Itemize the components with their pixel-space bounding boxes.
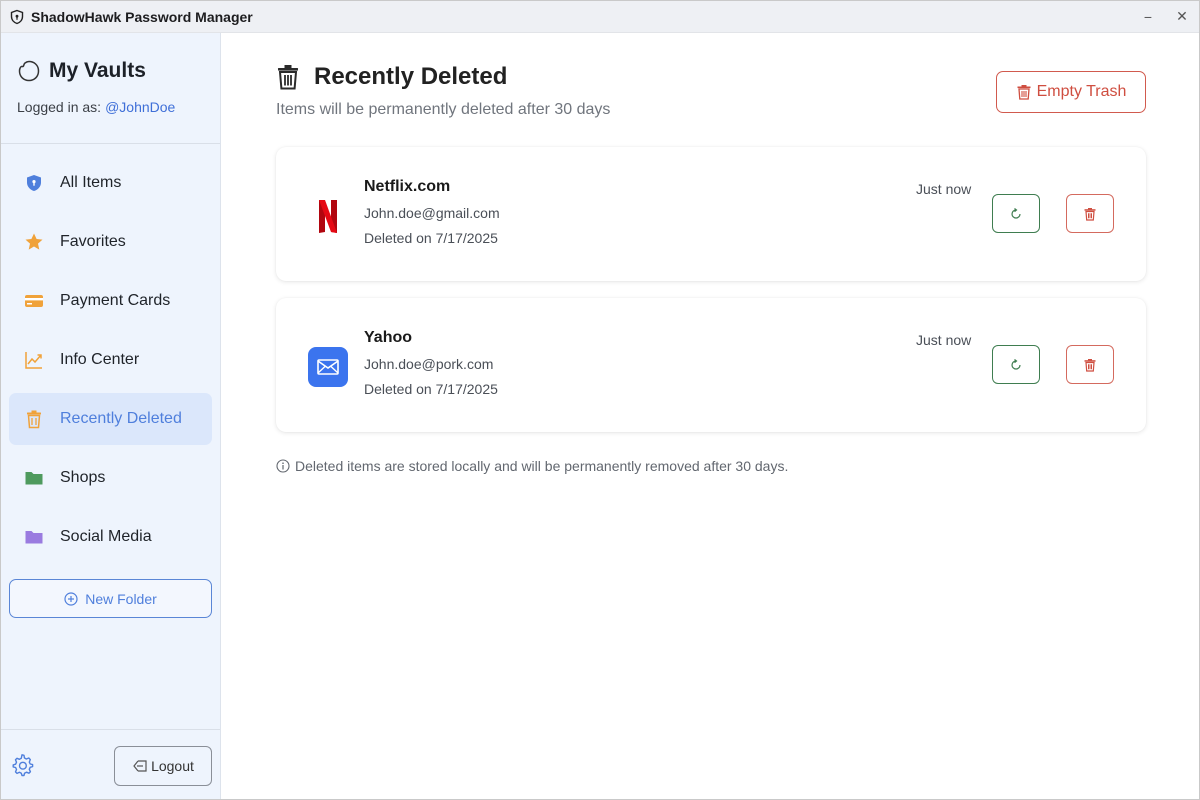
- trash-icon: [1016, 84, 1032, 100]
- credit-card-icon: [24, 291, 44, 311]
- deleted-item-card: Yahoo John.doe@pork.com Deleted on 7/17/…: [276, 298, 1146, 432]
- logout-icon: [132, 758, 148, 774]
- sidebar-item-label: All Items: [60, 174, 122, 191]
- app-window: ShadowHawk Password Manager − ✕ My Vault…: [0, 0, 1200, 800]
- logout-button[interactable]: Logout: [114, 746, 212, 786]
- star-icon: [24, 232, 44, 252]
- close-button[interactable]: ✕: [1165, 1, 1199, 33]
- minimize-button[interactable]: −: [1131, 1, 1165, 33]
- item-site-name: Netflix.com: [364, 178, 451, 195]
- window-title: ShadowHawk Password Manager: [31, 8, 253, 25]
- item-email: John.doe@gmail.com: [364, 205, 500, 221]
- sidebar-item-label: Payment Cards: [60, 292, 171, 309]
- vault-title: My Vaults: [49, 59, 146, 82]
- restore-icon: [1009, 358, 1023, 372]
- item-deleted-when: Just now: [916, 332, 972, 348]
- sidebar-item-label: Favorites: [60, 233, 126, 250]
- item-deleted-date: Deleted on 7/17/2025: [364, 381, 498, 397]
- new-folder-label: New Folder: [85, 590, 157, 607]
- item-deleted-when: Just now: [916, 181, 972, 197]
- empty-trash-label: Empty Trash: [1036, 83, 1127, 100]
- footnote-text: Deleted items are stored locally and wil…: [295, 458, 789, 474]
- sidebar-item-label: Social Media: [60, 528, 152, 545]
- sidebar-footer: Logout: [1, 729, 220, 799]
- restore-icon: [1009, 207, 1023, 221]
- sidebar: My Vaults Logged in as: @JohnDoe All Item…: [1, 33, 221, 799]
- deleted-item-card: Netflix.com John.doe@gmail.com Deleted o…: [276, 147, 1146, 281]
- sidebar-item-all-items[interactable]: All Items: [9, 157, 212, 209]
- shield-logo-icon: [9, 9, 25, 25]
- item-email: John.doe@pork.com: [364, 356, 494, 372]
- delete-permanently-button[interactable]: [1066, 345, 1114, 384]
- sidebar-item-label: Shops: [60, 469, 106, 486]
- sidebar-item-info-center[interactable]: Info Center: [9, 334, 212, 386]
- empty-trash-button[interactable]: Empty Trash: [996, 71, 1146, 113]
- sidebar-item-social-media[interactable]: Social Media: [9, 511, 212, 563]
- new-folder-button[interactable]: New Folder: [9, 579, 212, 618]
- vault-icon: [17, 59, 41, 83]
- sidebar-item-favorites[interactable]: Favorites: [9, 216, 212, 268]
- sidebar-item-recently-deleted[interactable]: Recently Deleted: [9, 393, 212, 445]
- username-link[interactable]: @JohnDoe: [105, 99, 175, 115]
- logged-in-row: Logged in as: @JohnDoe: [17, 99, 204, 115]
- item-deleted-date: Deleted on 7/17/2025: [364, 230, 498, 246]
- item-site-name: Yahoo: [364, 329, 413, 346]
- page-title: Recently Deleted: [314, 63, 508, 90]
- folder-icon: [24, 527, 44, 547]
- trash-icon: [276, 64, 300, 90]
- vault-header: My Vaults Logged in as: @JohnDoe: [1, 33, 220, 144]
- folder-icon: [24, 468, 44, 488]
- restore-button[interactable]: [992, 194, 1040, 233]
- sidebar-item-label: Recently Deleted: [60, 410, 182, 427]
- gear-icon[interactable]: [10, 753, 34, 777]
- mail-icon: [308, 347, 348, 387]
- sidebar-item-payment-cards[interactable]: Payment Cards: [9, 275, 212, 327]
- sidebar-item-label: Info Center: [60, 351, 140, 368]
- shield-icon: [24, 173, 44, 193]
- plus-circle-icon: [64, 591, 78, 606]
- logout-label: Logout: [151, 758, 194, 774]
- trash-icon: [24, 409, 44, 429]
- sidebar-item-shops[interactable]: Shops: [9, 452, 212, 504]
- page-subtitle: Items will be permanently deleted after …: [276, 101, 611, 118]
- logged-in-label: Logged in as:: [17, 99, 102, 115]
- main-content: Recently Deleted Items will be permanent…: [221, 33, 1199, 799]
- footnote: Deleted items are stored locally and wil…: [276, 458, 788, 474]
- title-bar: ShadowHawk Password Manager − ✕: [1, 1, 1199, 33]
- trash-icon: [1083, 358, 1097, 372]
- restore-button[interactable]: [992, 345, 1040, 384]
- page-header: Recently Deleted Items will be permanent…: [276, 63, 610, 119]
- chart-line-icon: [24, 350, 44, 370]
- sidebar-nav: All Items Favorites Payment Cards Info C…: [1, 144, 220, 563]
- info-icon: [276, 459, 290, 473]
- delete-permanently-button[interactable]: [1066, 194, 1114, 233]
- netflix-logo-icon: [308, 196, 348, 236]
- trash-icon: [1083, 207, 1097, 221]
